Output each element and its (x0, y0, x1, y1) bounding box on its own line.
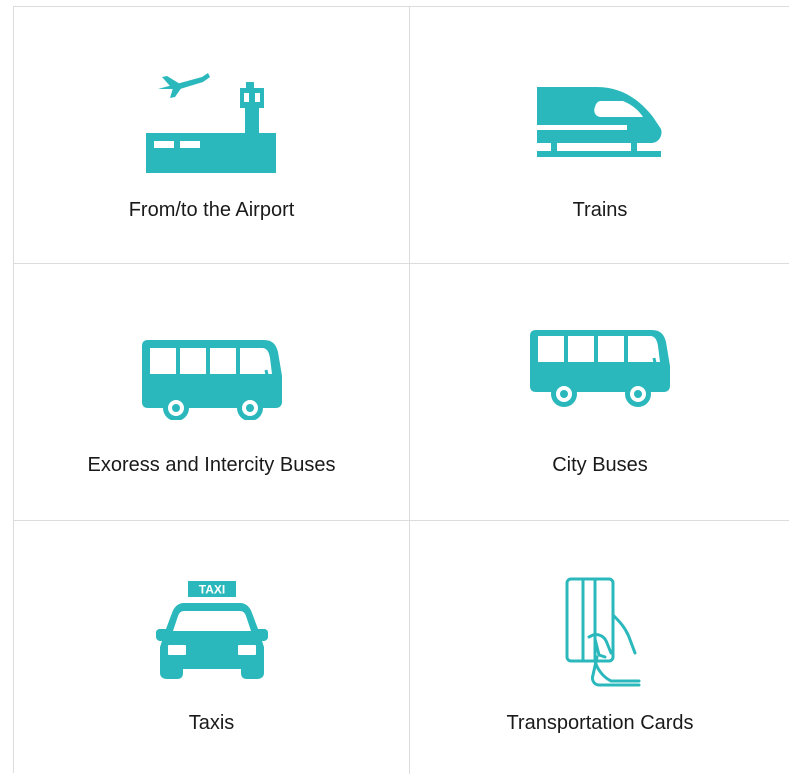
tile-label-trains: Trains (572, 199, 628, 221)
tile-trains[interactable]: Trains (410, 7, 789, 264)
tile-transportation-cards[interactable]: Transportation Cards (410, 521, 789, 774)
tile-taxis[interactable]: TAXI Taxis (14, 521, 410, 774)
tile-airport[interactable]: From/to the Airport (14, 7, 410, 264)
train-icon (537, 87, 662, 157)
tile-label-airport: From/to the Airport (128, 199, 295, 221)
tile-label-taxis: Taxis (188, 712, 235, 734)
transportation-card-icon (565, 577, 641, 687)
tile-label-transportation-cards: Transportation Cards (506, 712, 694, 734)
tile-label-intercity-buses: Exoress and Intercity Buses (87, 454, 336, 476)
transport-options-grid: From/to the Airport Trains Exoress and I… (13, 6, 789, 774)
bus-icon (141, 340, 282, 420)
tile-label-city-buses: City Buses (552, 454, 648, 476)
airport-icon (145, 73, 276, 173)
tile-intercity-buses[interactable]: Exoress and Intercity Buses (14, 264, 410, 521)
taxi-icon: TAXI (155, 581, 268, 679)
tile-city-buses[interactable]: City Buses (410, 264, 789, 521)
taxi-sign-text: TAXI (198, 583, 224, 597)
city-bus-icon (530, 330, 670, 407)
